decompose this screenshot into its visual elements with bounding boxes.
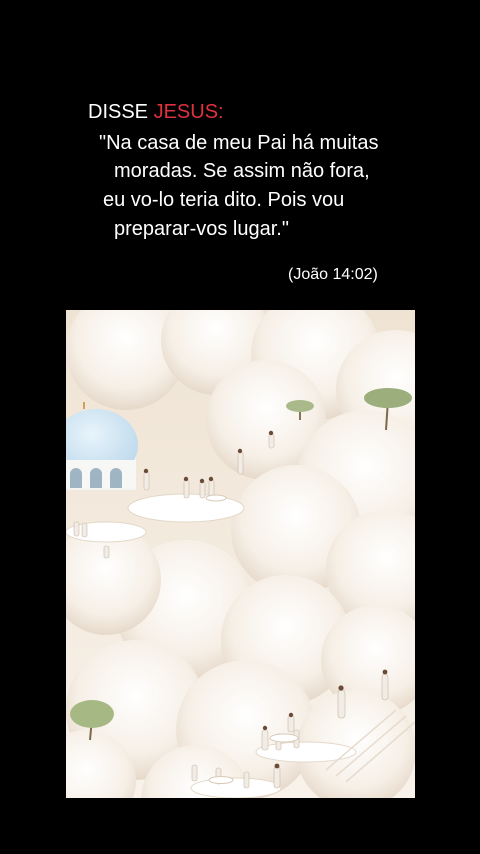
verse-reference: (João 14:02) [288,266,378,283]
quote-line-1: "Na casa de meu Pai há muitas [99,132,379,154]
speaker-label: DISSE JESUS: [88,101,224,124]
clouds-illustration [66,310,415,798]
heaven-clouds-image [66,310,415,798]
quote-line-3: eu vo-lo teria dito. Pois vou [103,189,345,211]
quote-line-2: moradas. Se assim não fora, [114,160,370,182]
speaker-name: JESUS: [153,101,224,123]
speaker-prefix: DISSE [88,101,154,123]
quote-line-4: preparar-vos lugar." [114,218,289,240]
